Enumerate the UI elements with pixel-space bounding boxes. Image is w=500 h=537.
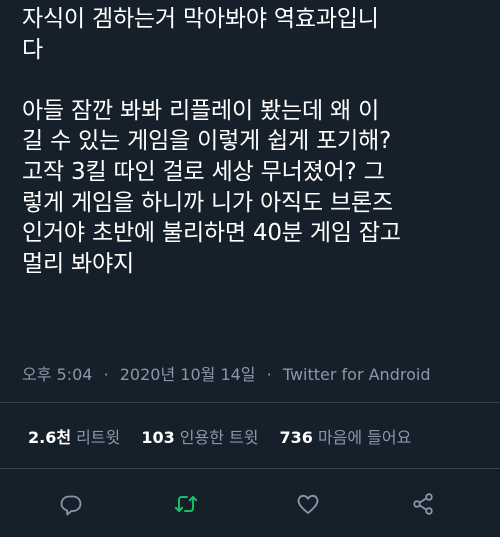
tweet-text-line: 고작 3킬 따인 걸로 세상 무너졌어? 그 xyxy=(22,158,385,185)
like-count-link[interactable]: 736 마음에 들어요 xyxy=(280,424,412,448)
tweet-text-line: 길 수 있는 게임을 이렇게 쉽게 포기해? xyxy=(22,128,392,155)
tweet-text-line: 멀리 봐야지 xyxy=(22,250,134,277)
divider xyxy=(0,402,500,403)
retweet-icon xyxy=(174,496,198,512)
metadata-separator: · xyxy=(103,365,109,384)
retweet-button[interactable] xyxy=(168,486,204,522)
tweet-actions xyxy=(0,486,500,522)
retweet-label: 리트윗 xyxy=(76,428,121,447)
retweet-count: 2.6천 xyxy=(28,428,72,447)
metadata-separator: · xyxy=(266,365,272,384)
tweet-text-line: 아들 잠깐 봐봐 리플레이 봤는데 왜 이 xyxy=(22,97,380,124)
reply-button[interactable] xyxy=(53,486,89,522)
reply-icon xyxy=(60,495,82,516)
like-label: 마음에 들어요 xyxy=(317,428,412,447)
share-button[interactable] xyxy=(405,486,441,522)
retweet-count-link[interactable]: 2.6천 리트윗 xyxy=(28,424,120,448)
like-button[interactable] xyxy=(290,486,326,522)
tweet-text-line: 렇게 게임을 하니까 니가 아직도 브론즈 xyxy=(22,189,393,216)
tweet-stats: 2.6천 리트윗 103 인용한 트윗 736 마음에 들어요 xyxy=(28,424,427,448)
tweet-text-line: 자식이 겜하는거 막아봐야 역효과입니 xyxy=(22,6,379,32)
divider xyxy=(0,468,500,469)
heart-icon xyxy=(297,494,319,514)
tweet-text: 자식이 겜하는거 막아봐야 역효과입니 다 아들 잠깐 봐봐 리플레이 봤는데 … xyxy=(22,4,492,279)
quote-label: 인용한 트윗 xyxy=(179,428,259,447)
share-icon xyxy=(413,493,433,515)
tweet-time[interactable]: 오후 5:04 xyxy=(22,365,92,384)
tweet-metadata: 오후 5:04 · 2020년 10월 14일 · Twitter for An… xyxy=(22,361,430,385)
tweet-text-line: 다 xyxy=(22,36,43,63)
tweet-date[interactable]: 2020년 10월 14일 xyxy=(120,365,256,384)
quote-count: 103 xyxy=(141,428,175,447)
quote-count-link[interactable]: 103 인용한 트윗 xyxy=(141,424,258,448)
like-count: 736 xyxy=(279,428,313,447)
tweet-text-line: 인거야 초반에 불리하면 40분 게임 잡고 xyxy=(22,220,401,247)
tweet-client[interactable]: Twitter for Android xyxy=(283,365,431,384)
